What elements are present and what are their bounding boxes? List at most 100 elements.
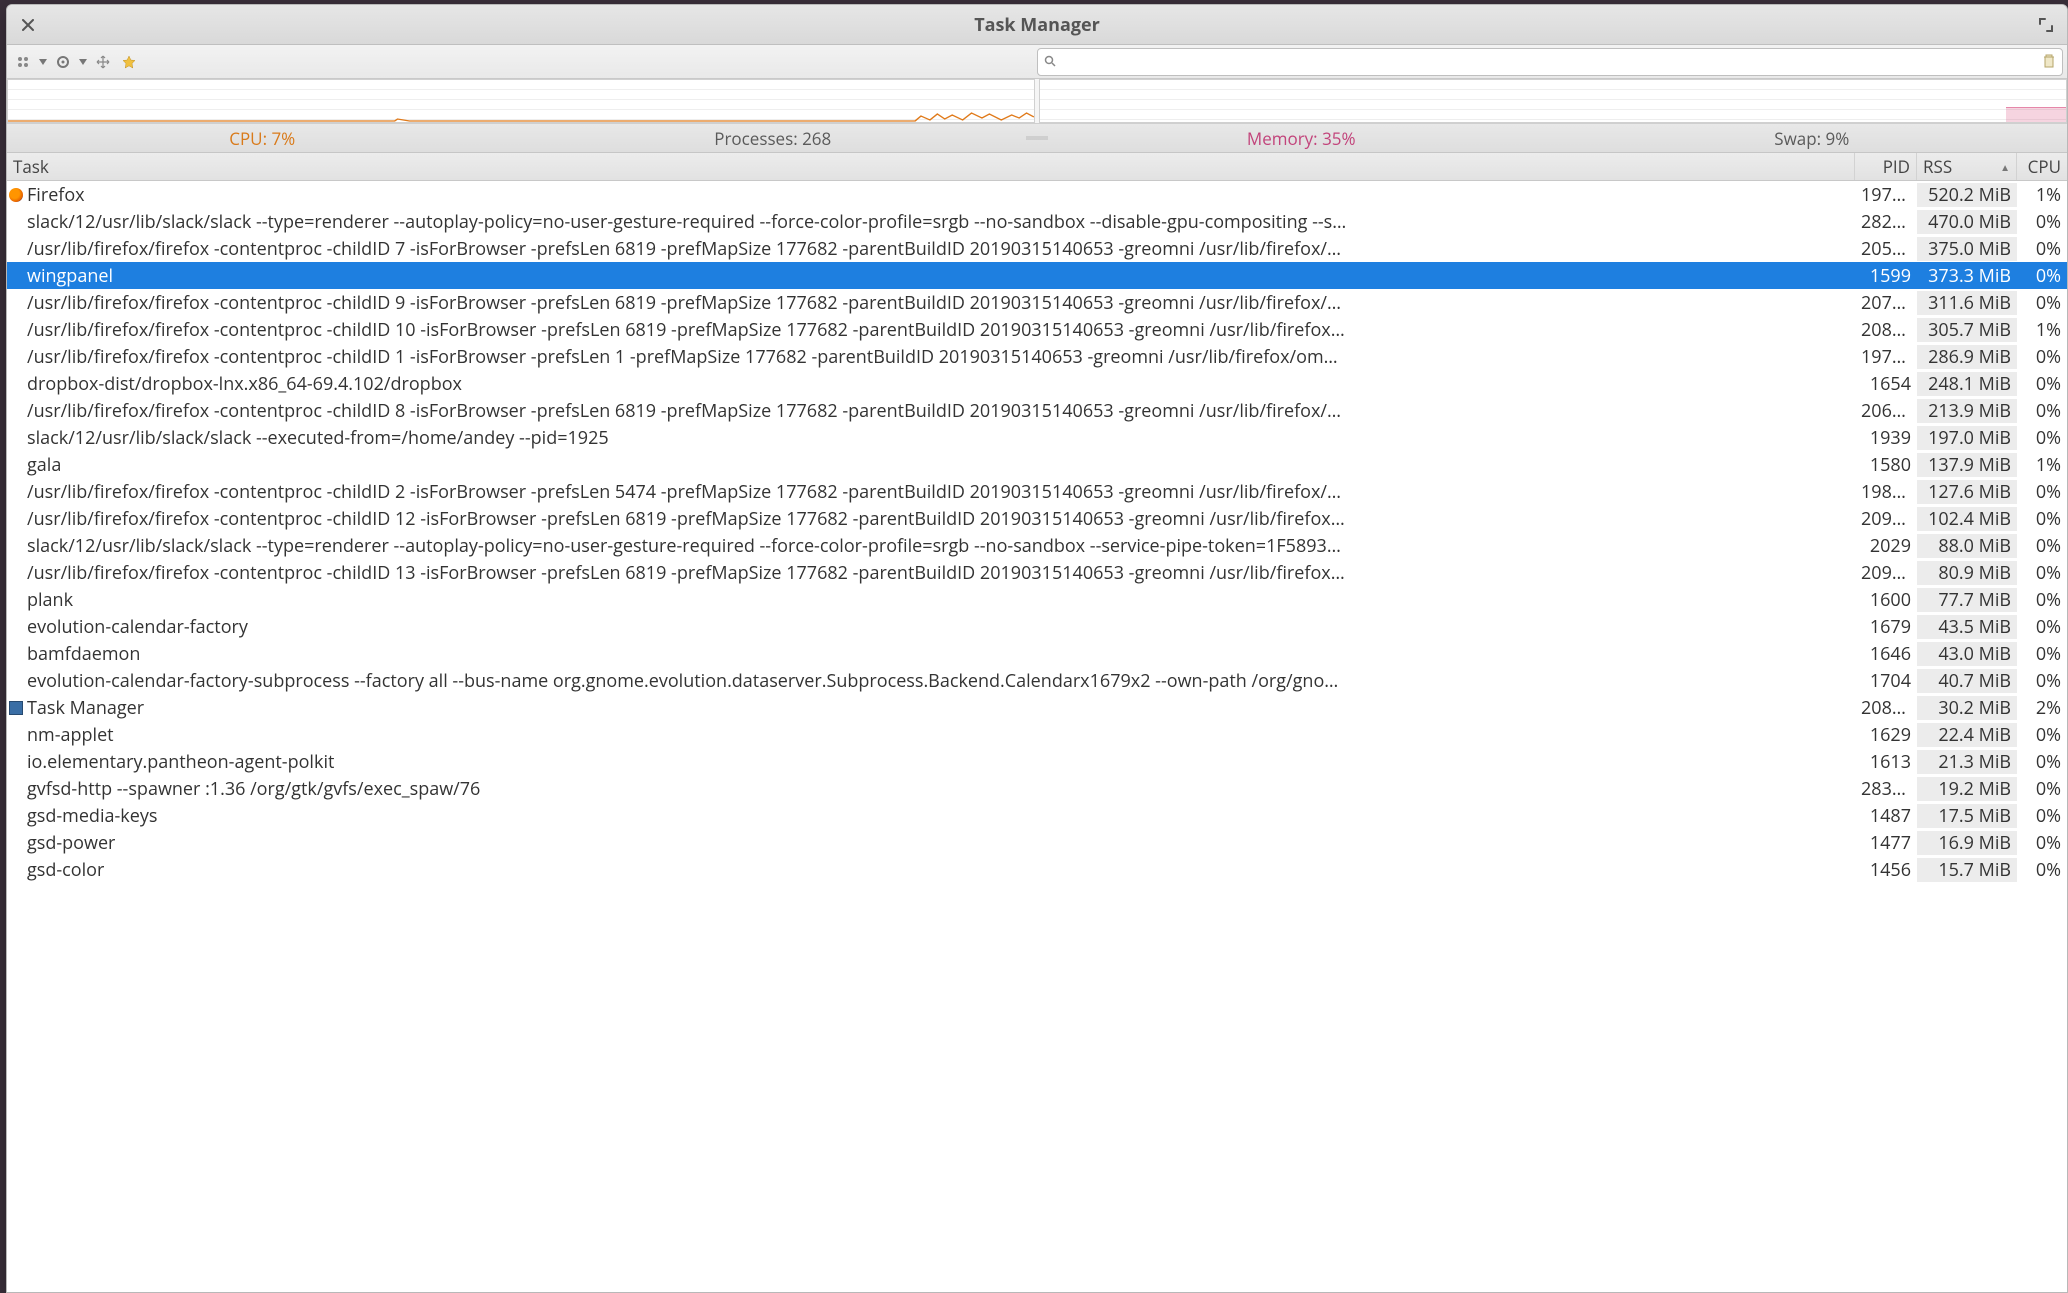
process-rss: 373.3 MiB — [1917, 264, 2017, 288]
process-pid: 1477 — [1855, 831, 1917, 855]
process-row[interactable]: evolution-calendar-factory167943.5 MiB0% — [7, 613, 2067, 640]
process-cpu: 0% — [2017, 750, 2067, 774]
process-pid: 1456 — [1855, 858, 1917, 882]
process-row[interactable]: wingpanel1599373.3 MiB0% — [7, 262, 2067, 289]
column-header-task[interactable]: Task — [7, 153, 1855, 180]
process-row[interactable]: Firefox19710520.2 MiB1% — [7, 181, 2067, 208]
process-row[interactable]: gsd-media-keys148717.5 MiB0% — [7, 802, 2067, 829]
process-row[interactable]: Task Manager2087430.2 MiB2% — [7, 694, 2067, 721]
process-row[interactable]: evolution-calendar-factory-subprocess --… — [7, 667, 2067, 694]
column-header-rss-label: RSS — [1923, 155, 1952, 178]
process-row[interactable]: slack/12/usr/lib/slack/slack --type=rend… — [7, 532, 2067, 559]
process-rss: 102.4 MiB — [1917, 507, 2017, 531]
process-row[interactable]: /usr/lib/firefox/firefox -contentproc -c… — [7, 289, 2067, 316]
process-name: /usr/lib/firefox/firefox -contentproc -c… — [27, 237, 1341, 261]
column-headers: Task PID RSS ▲ CPU — [7, 153, 2067, 181]
process-task-cell: nm-applet — [7, 723, 1855, 747]
titlebar[interactable]: Task Manager — [7, 5, 2067, 45]
search-input[interactable] — [1062, 53, 2036, 70]
process-rss: 248.1 MiB — [1917, 372, 2017, 396]
search-icon — [1044, 53, 1056, 71]
process-row[interactable]: /usr/lib/firefox/firefox -contentproc -c… — [7, 235, 2067, 262]
process-row[interactable]: gala1580137.9 MiB1% — [7, 451, 2067, 478]
process-task-cell: /usr/lib/firefox/firefox -contentproc -c… — [7, 318, 1855, 342]
process-cpu: 0% — [2017, 372, 2067, 396]
process-cpu: 0% — [2017, 588, 2067, 612]
dropdown-arrow-icon[interactable] — [37, 50, 49, 74]
blank-icon — [9, 404, 23, 418]
column-header-cpu[interactable]: CPU — [2017, 153, 2067, 180]
process-row[interactable]: /usr/lib/firefox/firefox -contentproc -c… — [7, 559, 2067, 586]
process-name: slack/12/usr/lib/slack/slack --type=rend… — [27, 534, 1341, 558]
process-row[interactable]: /usr/lib/firefox/firefox -contentproc -c… — [7, 478, 2067, 505]
process-name: io.elementary.pantheon-agent-polkit — [27, 750, 334, 774]
stat-processes: Processes: 268 — [518, 124, 1029, 152]
process-cpu: 1% — [2017, 318, 2067, 342]
process-pid: 20874 — [1855, 696, 1917, 720]
process-rss: 21.3 MiB — [1917, 750, 2017, 774]
process-pid: 20968 — [1855, 507, 1917, 531]
process-row[interactable]: /usr/lib/firefox/firefox -contentproc -c… — [7, 505, 2067, 532]
column-header-cpu-label: CPU — [2028, 155, 2061, 178]
process-row[interactable]: gsd-power147716.9 MiB0% — [7, 829, 2067, 856]
process-rss: 470.0 MiB — [1917, 210, 2017, 234]
process-task-cell: dropbox-dist/dropbox-lnx.x86_64-69.4.102… — [7, 372, 1855, 396]
process-row[interactable]: /usr/lib/firefox/firefox -contentproc -c… — [7, 316, 2067, 343]
process-name: gsd-media-keys — [27, 804, 157, 828]
process-name: gvfsd-http --spawner :1.36 /org/gtk/gvfs… — [27, 777, 480, 801]
process-name: plank — [27, 588, 73, 612]
process-rss: 43.0 MiB — [1917, 642, 2017, 666]
process-cpu: 0% — [2017, 345, 2067, 369]
blank-icon — [9, 809, 23, 823]
memory-graph-panel[interactable] — [1039, 79, 2067, 123]
process-row[interactable]: slack/12/usr/lib/slack/slack --executed-… — [7, 424, 2067, 451]
process-pid: 1600 — [1855, 588, 1917, 612]
dropdown-arrow-icon[interactable] — [77, 50, 89, 74]
process-row[interactable]: plank 160077.7 MiB0% — [7, 586, 2067, 613]
process-row[interactable]: bamfdaemon164643.0 MiB0% — [7, 640, 2067, 667]
move-icon[interactable] — [91, 50, 115, 74]
clear-search-icon[interactable] — [2042, 50, 2056, 74]
star-icon[interactable] — [117, 50, 141, 74]
process-name: slack/12/usr/lib/slack/slack --executed-… — [27, 426, 609, 450]
process-row[interactable]: /usr/lib/firefox/firefox -contentproc -c… — [7, 343, 2067, 370]
process-row[interactable]: gvfsd-http --spawner :1.36 /org/gtk/gvfs… — [7, 775, 2067, 802]
divider-grip[interactable] — [1028, 124, 1046, 152]
process-row[interactable]: dropbox-dist/dropbox-lnx.x86_64-69.4.102… — [7, 370, 2067, 397]
window-title: Task Manager — [7, 13, 2067, 37]
process-task-cell: /usr/lib/firefox/firefox -contentproc -c… — [7, 561, 1855, 585]
filter-icon[interactable] — [51, 50, 75, 74]
process-name: bamfdaemon — [27, 642, 140, 666]
process-rss: 40.7 MiB — [1917, 669, 2017, 693]
blank-icon — [9, 836, 23, 850]
process-rss: 197.0 MiB — [1917, 426, 2017, 450]
process-row[interactable]: /usr/lib/firefox/firefox -contentproc -c… — [7, 397, 2067, 424]
column-header-pid[interactable]: PID — [1855, 153, 1917, 180]
process-name: /usr/lib/firefox/firefox -contentproc -c… — [27, 291, 1341, 315]
column-header-rss[interactable]: RSS ▲ — [1917, 153, 2017, 180]
process-task-cell: /usr/lib/firefox/firefox -contentproc -c… — [7, 345, 1855, 369]
process-rss: 77.7 MiB — [1917, 588, 2017, 612]
blank-icon — [9, 296, 23, 310]
process-task-cell: /usr/lib/firefox/firefox -contentproc -c… — [7, 480, 1855, 504]
process-name: gala — [27, 453, 61, 477]
process-name: Task Manager — [27, 696, 144, 720]
process-task-cell: /usr/lib/firefox/firefox -contentproc -c… — [7, 237, 1855, 261]
process-row[interactable]: slack/12/usr/lib/slack/slack --type=rend… — [7, 208, 2067, 235]
process-pid: 19710 — [1855, 183, 1917, 207]
process-rss: 375.0 MiB — [1917, 237, 2017, 261]
process-pid: 1704 — [1855, 669, 1917, 693]
process-pid: 20754 — [1855, 291, 1917, 315]
process-row[interactable]: nm-applet162922.4 MiB0% — [7, 721, 2067, 748]
stat-swap: Swap: 9% — [1557, 124, 2068, 152]
view-mode-icon[interactable] — [11, 50, 35, 74]
process-table-body[interactable]: Firefox19710520.2 MiB1%slack/12/usr/lib/… — [7, 181, 2067, 1292]
process-task-cell: slack/12/usr/lib/slack/slack --executed-… — [7, 426, 1855, 450]
process-row[interactable]: io.elementary.pantheon-agent-polkit16132… — [7, 748, 2067, 775]
process-rss: 22.4 MiB — [1917, 723, 2017, 747]
process-task-cell: gsd-power — [7, 831, 1855, 855]
process-pid: 2029 — [1855, 534, 1917, 558]
cpu-graph-panel[interactable] — [7, 79, 1035, 123]
process-cpu: 0% — [2017, 507, 2067, 531]
process-row[interactable]: gsd-color145615.7 MiB0% — [7, 856, 2067, 883]
